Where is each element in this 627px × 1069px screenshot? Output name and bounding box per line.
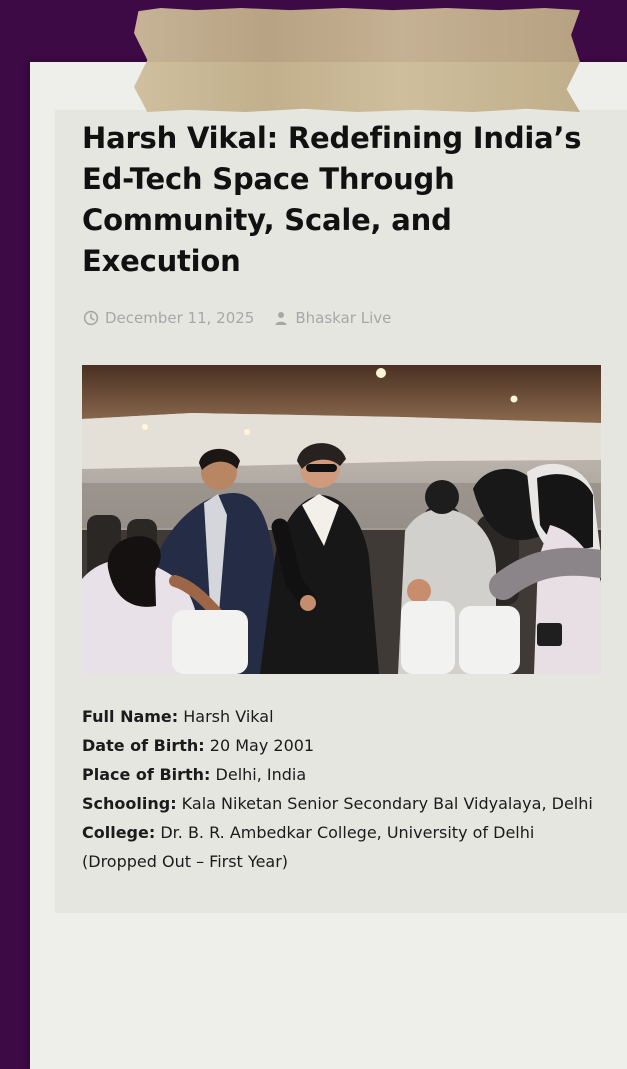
article-meta: December 11, 2025 Bhaskar Live (82, 307, 391, 329)
bio-label: Place of Birth: (82, 765, 211, 784)
tape-strip (134, 8, 580, 112)
article-photo (82, 365, 601, 674)
article-author[interactable]: Bhaskar Live (295, 309, 391, 327)
bio-row-college: College: Dr. B. R. Ambedkar College, Uni… (82, 818, 602, 876)
bio-details: Full Name: Harsh Vikal Date of Birth: 20… (82, 702, 602, 876)
bio-row-date-of-birth: Date of Birth: 20 May 2001 (82, 731, 602, 760)
bio-label: Full Name: (82, 707, 179, 726)
article-title: Harsh Vikal: Redefining India’s Ed-Tech … (82, 121, 582, 278)
article-date[interactable]: December 11, 2025 (105, 309, 254, 327)
page: Harsh Vikal: Redefining India’s Ed-Tech … (0, 0, 627, 1069)
bio-value: Kala Niketan Senior Secondary Bal Vidyal… (176, 794, 593, 813)
bio-row-full-name: Full Name: Harsh Vikal (82, 702, 602, 731)
bio-row-place-of-birth: Place of Birth: Delhi, India (82, 760, 602, 789)
person-icon (272, 309, 290, 327)
bio-label: Schooling: (82, 794, 177, 813)
bio-value: Delhi, India (210, 765, 307, 784)
bio-label: Date of Birth: (82, 736, 205, 755)
bio-value: 20 May 2001 (204, 736, 315, 755)
clock-icon (82, 309, 100, 327)
bio-value: Harsh Vikal (178, 707, 274, 726)
bio-row-schooling: Schooling: Kala Niketan Senior Secondary… (82, 789, 602, 818)
article-card: Harsh Vikal: Redefining India’s Ed-Tech … (55, 110, 627, 913)
bio-label: College: (82, 823, 156, 842)
